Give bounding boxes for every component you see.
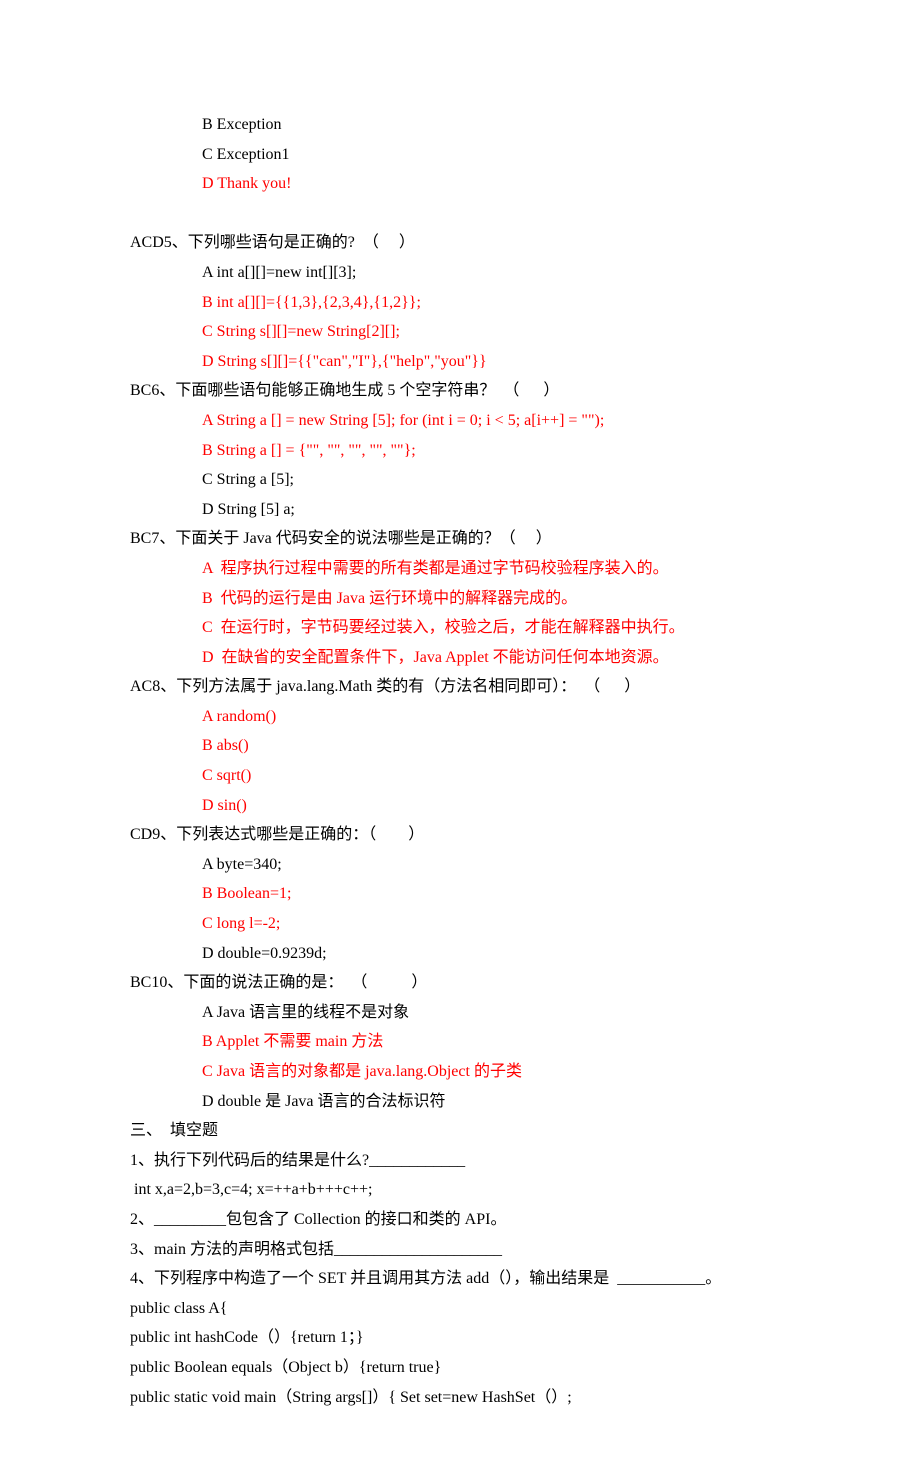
text-line: B Applet 不需要 main 方法 <box>130 1027 790 1057</box>
text-line: B abs() <box>130 731 790 761</box>
text-line: public Boolean equals（Object b）{return t… <box>130 1353 790 1383</box>
text-line: B Boolean=1; <box>130 879 790 909</box>
text-segment: 1、执行下列代码后的结果是什么?____________ <box>130 1152 465 1169</box>
text-line: 三、 填空题 <box>130 1116 790 1146</box>
text-segment: C Java 语言的对象都是 java.lang.Object 的子类 <box>202 1063 522 1080</box>
text-line: C 在运行时，字节码要经过装入，校验之后，才能在解释器中执行。 <box>130 613 790 643</box>
text-segment: BC7、下面关于 Java 代码安全的说法哪些是正确的？（ ） <box>130 530 552 547</box>
text-line: public int hashCode（）{return 1；} <box>130 1323 790 1353</box>
text-segment: C sqrt() <box>202 767 251 784</box>
text-line: 4、下列程序中构造了一个 SET 并且调用其方法 add（），输出结果是 ___… <box>130 1264 790 1294</box>
text-segment: B String a [] = {"", "", "", "", ""}; <box>202 442 416 459</box>
text-segment: BC6、下面哪些语句能够正确地生成 5 个空字符串？ （ ） <box>130 382 559 399</box>
text-line: D sin() <box>130 791 790 821</box>
text-line: A String a [] = new String [5]; for (int… <box>130 406 790 436</box>
text-segment: C String a [5]; <box>202 471 294 488</box>
text-segment: B 代码的运行是由 Java 运行环境中的解释器完成的。 <box>202 590 577 607</box>
text-segment: 2、_________包包含了 Collection 的接口和类的 API。 <box>130 1211 506 1228</box>
text-segment: AC8、下列方法属于 java.lang.Math 类的有（方法名相同即可）： … <box>130 678 640 695</box>
text-line: C Exception1 <box>130 140 790 170</box>
text-segment: D 在缺省的安全配置条件下，Java Applet 不能访问任何本地资源。 <box>202 649 669 666</box>
text-segment: D Thank you! <box>202 175 291 192</box>
text-line: BC6、下面哪些语句能够正确地生成 5 个空字符串？ （ ） <box>130 376 790 406</box>
text-line: C String a [5]; <box>130 465 790 495</box>
text-segment: public static void main（String args[]）{ … <box>130 1389 572 1406</box>
text-segment: B Applet 不需要 main 方法 <box>202 1033 383 1050</box>
text-line: D 在缺省的安全配置条件下，Java Applet 不能访问任何本地资源。 <box>130 643 790 673</box>
text-segment: ACD5、下列哪些语句是正确的? （ ） <box>130 234 415 251</box>
text-line: B 代码的运行是由 Java 运行环境中的解释器完成的。 <box>130 584 790 614</box>
text-line: public class A{ <box>130 1294 790 1324</box>
text-line: C long l=-2; <box>130 909 790 939</box>
text-segment: A String a [] = new String [5]; for (int… <box>202 412 604 429</box>
text-line: C String s[][]=new String[2][]; <box>130 317 790 347</box>
text-segment: C 在运行时，字节码要经过装入，校验之后，才能在解释器中执行。 <box>202 619 685 636</box>
text-line: D double=0.9239d; <box>130 939 790 969</box>
text-line: ACD5、下列哪些语句是正确的? （ ） <box>130 228 790 258</box>
text-segment: int x,a=2,b=3,c=4; x=++a+b+++c++; <box>130 1181 372 1198</box>
text-line: D String s[][]={{"can","I"},{"help","you… <box>130 347 790 377</box>
text-line: D Thank you! <box>130 169 790 199</box>
text-segment: D String [5] a; <box>202 501 295 518</box>
text-segment <box>130 205 134 222</box>
document-content: B Exception C Exception1 D Thank you! ACD5… <box>130 110 790 1412</box>
text-segment: A byte=340; <box>202 856 282 873</box>
document-page: B Exception C Exception1 D Thank you! ACD5… <box>0 0 920 1472</box>
text-segment: BC10、下面的说法正确的是： （ ） <box>130 974 427 991</box>
text-line: D double 是 Java 语言的合法标识符 <box>130 1087 790 1117</box>
text-segment: D double 是 Java 语言的合法标识符 <box>202 1093 446 1110</box>
text-line: BC10、下面的说法正确的是： （ ） <box>130 968 790 998</box>
text-line: D String [5] a; <box>130 495 790 525</box>
text-line: A Java 语言里的线程不是对象 <box>130 998 790 1028</box>
text-line: A 程序执行过程中需要的所有类都是通过字节码校验程序装入的。 <box>130 554 790 584</box>
text-line: CD9、下列表达式哪些是正确的：（ ） <box>130 820 790 850</box>
text-segment: A random() <box>202 708 276 725</box>
text-line: 2、_________包包含了 Collection 的接口和类的 API。 <box>130 1205 790 1235</box>
text-segment: D sin() <box>202 797 247 814</box>
text-segment: C String s[][]=new String[2][]; <box>202 323 400 340</box>
text-line: 3、main 方法的声明格式包括_____________________ <box>130 1235 790 1265</box>
text-segment: B int a[][]={{1,3},{2,3,4},{1,2}}; <box>202 294 421 311</box>
text-line: BC7、下面关于 Java 代码安全的说法哪些是正确的？（ ） <box>130 524 790 554</box>
text-line: AC8、下列方法属于 java.lang.Math 类的有（方法名相同即可）： … <box>130 672 790 702</box>
text-line: A int a[][]=new int[][3]; <box>130 258 790 288</box>
text-line: A random() <box>130 702 790 732</box>
text-segment: B Exception <box>202 116 282 133</box>
text-line: B String a [] = {"", "", "", "", ""}; <box>130 436 790 466</box>
text-line: int x,a=2,b=3,c=4; x=++a+b+++c++; <box>130 1175 790 1205</box>
text-segment: public Boolean equals（Object b）{return t… <box>130 1359 441 1376</box>
text-segment: A 程序执行过程中需要的所有类都是通过字节码校验程序装入的。 <box>202 560 669 577</box>
text-segment: A int a[][]=new int[][3]; <box>202 264 356 281</box>
text-segment: public class A{ <box>130 1300 227 1317</box>
text-line: 1、执行下列代码后的结果是什么?____________ <box>130 1146 790 1176</box>
text-segment: 3、main 方法的声明格式包括_____________________ <box>130 1241 502 1258</box>
text-line: B int a[][]={{1,3},{2,3,4},{1,2}}; <box>130 288 790 318</box>
text-segment: C Exception1 <box>202 146 290 163</box>
text-segment: CD9、下列表达式哪些是正确的：（ ） <box>130 826 424 843</box>
text-segment: C long l=-2; <box>202 915 280 932</box>
text-segment: 4、下列程序中构造了一个 SET 并且调用其方法 add（），输出结果是 ___… <box>130 1270 721 1287</box>
text-line <box>130 199 790 229</box>
text-segment: 三、 填空题 <box>130 1122 218 1139</box>
text-segment: B Boolean=1; <box>202 885 291 902</box>
text-segment: D double=0.9239d; <box>202 945 327 962</box>
text-line: A byte=340; <box>130 850 790 880</box>
text-line: C sqrt() <box>130 761 790 791</box>
text-line: C Java 语言的对象都是 java.lang.Object 的子类 <box>130 1057 790 1087</box>
text-segment: public int hashCode（）{return 1；} <box>130 1329 364 1346</box>
text-segment: B abs() <box>202 737 249 754</box>
text-line: B Exception <box>130 110 790 140</box>
text-line: public static void main（String args[]）{ … <box>130 1383 790 1413</box>
text-segment: A Java 语言里的线程不是对象 <box>202 1004 409 1021</box>
text-segment: D String s[][]={{"can","I"},{"help","you… <box>202 353 487 370</box>
